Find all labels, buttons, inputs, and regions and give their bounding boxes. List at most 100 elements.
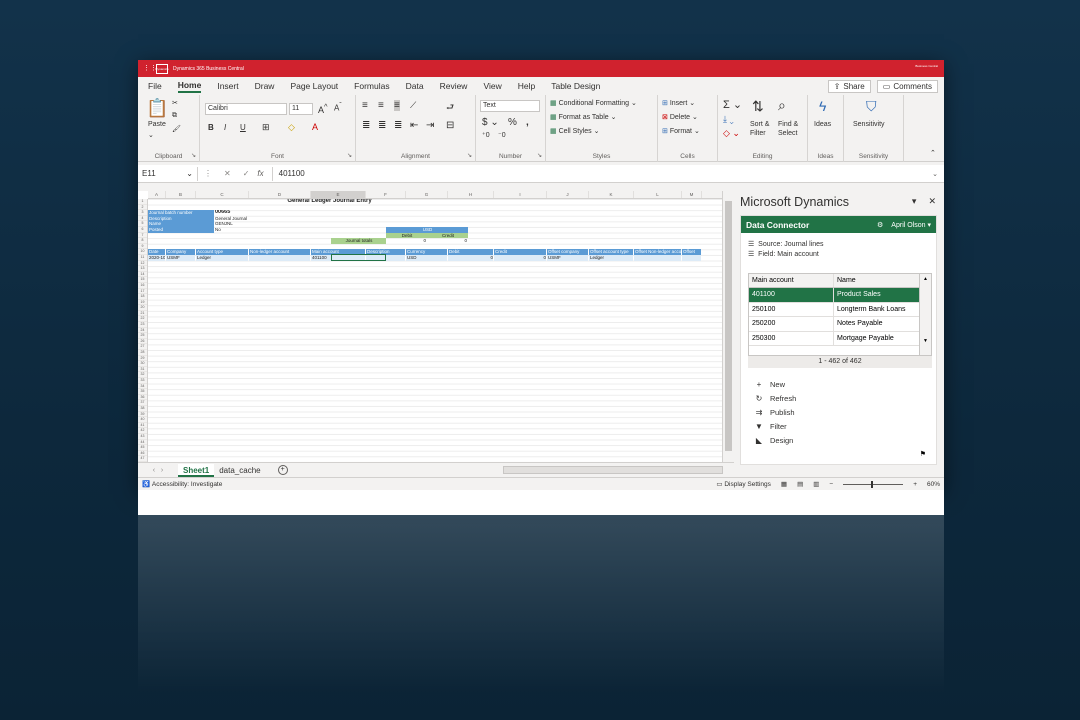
- sheet-nav-arrows-icon[interactable]: ‹ ›: [138, 467, 178, 474]
- zoom-slider[interactable]: [843, 480, 904, 488]
- vertical-scrollbar[interactable]: [722, 191, 734, 462]
- tab-sheet1[interactable]: Sheet1: [178, 463, 215, 477]
- design-button[interactable]: ◣ Design: [755, 433, 796, 447]
- menu-table-design[interactable]: Table Design: [551, 81, 600, 91]
- alignment-launcher-icon[interactable]: ↘: [467, 152, 472, 159]
- enter-icon[interactable]: ✓: [243, 169, 250, 178]
- totals-credit[interactable]: 0: [427, 238, 467, 244]
- grow-font-icon[interactable]: A^: [318, 102, 328, 115]
- refresh-button[interactable]: ↻ Refresh: [755, 391, 797, 405]
- close-pane-icon[interactable]: ✕: [928, 196, 936, 207]
- clipboard-launcher-icon[interactable]: ↘: [191, 152, 196, 159]
- percent-icon[interactable]: %: [508, 117, 517, 128]
- formula-input[interactable]: 401100: [271, 166, 932, 181]
- table-cell[interactable]: [682, 255, 701, 261]
- table-cell[interactable]: USD: [406, 255, 447, 261]
- table-cell[interactable]: Ledger: [196, 255, 248, 261]
- menu-draw[interactable]: Draw: [255, 81, 275, 91]
- column-header[interactable]: M: [682, 191, 702, 198]
- feedback-flag-icon[interactable]: ⚑: [920, 450, 926, 458]
- paste-icon[interactable]: 📋: [146, 98, 168, 119]
- delete-cells-button[interactable]: ⊠ Delete ⌄: [662, 113, 698, 121]
- column-header[interactable]: E: [311, 191, 366, 198]
- format-as-table-button[interactable]: ▦ Format as Table ⌄: [550, 113, 616, 121]
- decrease-indent-icon[interactable]: ⇤: [410, 120, 418, 131]
- menu-review[interactable]: Review: [440, 81, 468, 91]
- share-button[interactable]: ⇪ Share: [827, 79, 871, 93]
- filter-button[interactable]: ▼ Filter: [755, 419, 796, 433]
- zoom-level[interactable]: 60%: [927, 481, 940, 488]
- totals-debit[interactable]: 0: [386, 238, 426, 244]
- cell-styles-button[interactable]: ▦ Cell Styles ⌄: [550, 127, 599, 135]
- orientation-icon[interactable]: ⟋: [410, 100, 416, 111]
- column-header[interactable]: A: [148, 191, 166, 198]
- increase-indent-icon[interactable]: ⇥: [426, 120, 434, 131]
- cell-grid[interactable]: General Ledger Journal Entry Journal bat…: [148, 199, 722, 462]
- format-painter-icon[interactable]: 🖌: [172, 125, 181, 133]
- scroll-down-icon[interactable]: ▼: [920, 338, 931, 344]
- underline-button[interactable]: U: [240, 123, 246, 132]
- ideas-icon[interactable]: ϟ: [819, 98, 826, 114]
- column-header[interactable]: H: [448, 191, 494, 198]
- copy-icon[interactable]: ⧉: [172, 112, 177, 120]
- settings-gear-icon[interactable]: ⚙: [877, 221, 883, 229]
- increase-decimal-icon[interactable]: ⁺0: [482, 131, 490, 139]
- list-item[interactable]: 250300 Mortgage Payable: [749, 331, 931, 346]
- wrap-text-icon[interactable]: ⮐: [446, 100, 454, 116]
- list-item[interactable]: 401100 Product Sales: [749, 288, 931, 303]
- scroll-up-icon[interactable]: ▲: [920, 276, 931, 282]
- cut-icon[interactable]: ✂: [172, 99, 178, 107]
- horizontal-scrollbar[interactable]: [503, 466, 723, 474]
- insert-cells-button[interactable]: ⊞ Insert ⌄: [662, 99, 695, 107]
- align-left-icon[interactable]: ≣: [362, 120, 370, 131]
- more-options-icon[interactable]: ⋮: [204, 169, 212, 178]
- column-header[interactable]: F: [366, 191, 406, 198]
- scroll-thumb[interactable]: [725, 201, 732, 451]
- lookup-col-name[interactable]: Name: [834, 274, 921, 287]
- table-cell[interactable]: 0: [448, 255, 493, 261]
- table-cell[interactable]: 0: [494, 255, 546, 261]
- align-top-icon[interactable]: ≡: [362, 100, 368, 111]
- format-cells-button[interactable]: ⊞ Format ⌄: [662, 127, 700, 135]
- borders-icon[interactable]: ⊞: [262, 122, 270, 133]
- table-cell[interactable]: [249, 255, 310, 261]
- table-cell[interactable]: USMF: [166, 255, 195, 261]
- sensitivity-button[interactable]: Sensitivity: [853, 121, 885, 128]
- autosum-icon[interactable]: Σ ⌄: [723, 98, 742, 111]
- table-cell[interactable]: 2020-10-16: [148, 255, 165, 261]
- number-launcher-icon[interactable]: ↘: [537, 152, 542, 159]
- column-header[interactable]: K: [589, 191, 634, 198]
- active-cell-outline[interactable]: [331, 254, 386, 262]
- column-header[interactable]: C: [196, 191, 249, 198]
- bold-button[interactable]: B: [208, 123, 214, 132]
- accessibility-status[interactable]: Accessibility: Investigate: [152, 481, 222, 488]
- fill-color-icon[interactable]: ◇: [288, 122, 295, 133]
- find-select-icon[interactable]: ⌕: [778, 97, 786, 114]
- tab-data-cache[interactable]: data_cache: [214, 464, 265, 477]
- align-center-icon[interactable]: ≣: [378, 120, 386, 131]
- column-header[interactable]: B: [166, 191, 196, 198]
- lookup-col-main-account[interactable]: Main account: [749, 274, 834, 287]
- ideas-button[interactable]: Ideas: [814, 121, 831, 128]
- menu-view[interactable]: View: [483, 81, 501, 91]
- font-size-select[interactable]: 11: [289, 103, 313, 115]
- conditional-formatting-button[interactable]: ▦ Conditional Formatting ⌄: [550, 99, 637, 107]
- publish-button[interactable]: ⇉ Publish: [755, 405, 796, 419]
- column-header[interactable]: D: [249, 191, 311, 198]
- sort-filter-button[interactable]: Sort &: [750, 121, 769, 128]
- table-cell[interactable]: [634, 255, 681, 261]
- display-settings-button[interactable]: ▭ Display Settings: [716, 480, 771, 488]
- comments-button[interactable]: ▭ Comments: [876, 79, 938, 93]
- font-launcher-icon[interactable]: ↘: [347, 152, 352, 159]
- align-right-icon[interactable]: ≣: [394, 120, 402, 131]
- decrease-decimal-icon[interactable]: ⁻0: [498, 131, 506, 139]
- insert-function-button[interactable]: fx: [257, 169, 263, 178]
- lookup-grid[interactable]: Main account Name 401100 Product Sales 25…: [748, 273, 932, 356]
- name-box[interactable]: E11 ⌄: [138, 166, 198, 181]
- shrink-font-icon[interactable]: Aˇ: [334, 102, 342, 113]
- align-bottom-icon[interactable]: ≡: [394, 100, 400, 111]
- column-header[interactable]: I: [494, 191, 547, 198]
- collapse-ribbon-icon[interactable]: ⌃: [930, 149, 936, 157]
- zoom-in-icon[interactable]: +: [913, 481, 917, 488]
- table-cell[interactable]: Ledger: [589, 255, 633, 261]
